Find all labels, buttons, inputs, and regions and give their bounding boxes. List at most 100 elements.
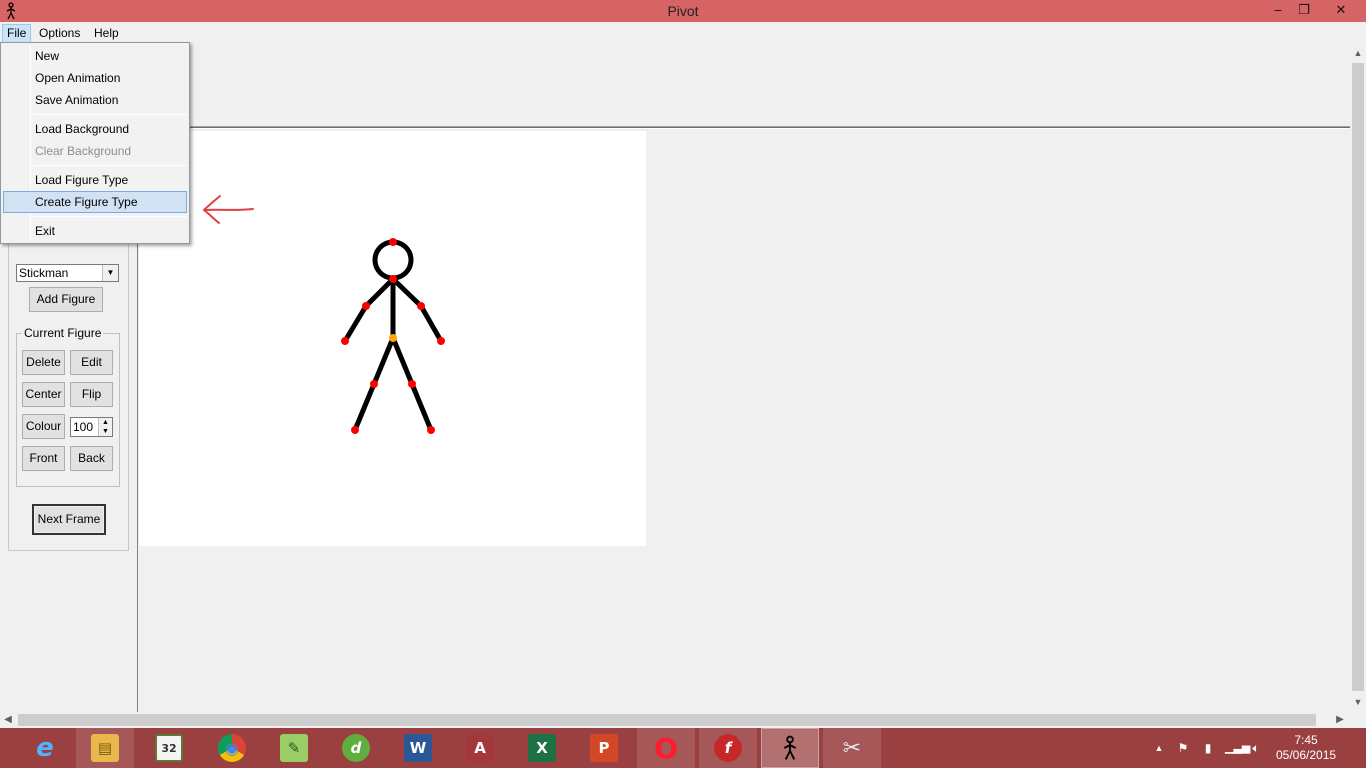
red-arrow-annotation-icon [202,195,254,224]
horizontal-scroll-thumb[interactable] [18,714,1316,726]
root-joint-handle[interactable] [389,334,397,342]
menu-item-load-background[interactable]: Load Background [3,118,187,140]
notepad-icon: ✎ [280,734,308,762]
word-icon: W [404,734,432,762]
chrome-icon: ◉ [218,734,246,762]
menu-file[interactable]: File [2,24,32,43]
toolbar-divider [138,126,1350,129]
chevron-down-icon[interactable]: ▼ [102,265,118,281]
restore-button[interactable]: ❐ [1291,0,1317,22]
system-clock[interactable]: 7:45 05/06/2015 [1276,733,1336,763]
stickman-right-upper-arm [390,276,424,309]
joint-handle[interactable] [362,302,370,310]
stickman-right-shin [409,381,434,433]
joint-handle[interactable] [389,238,397,246]
stickman-left-upper-arm [363,276,396,309]
stickman-head [372,239,414,281]
flash-icon: f [714,734,742,762]
taskbar-file-explorer[interactable]: ▤ [76,728,134,768]
joint-handle[interactable] [427,426,435,434]
close-button[interactable]: ✕ [1328,0,1354,22]
taskbar-snipping-tool[interactable]: ✂ [823,728,881,768]
taskbar-excel[interactable]: X [513,728,571,768]
title-bar: Pivot – ❐ ✕ [0,0,1366,22]
menu-item-exit[interactable]: Exit [3,220,187,242]
internet-explorer-icon: e [36,733,54,763]
access-icon: A [466,734,494,762]
taskbar-word[interactable]: W [389,728,447,768]
taskbar-chrome[interactable]: ◉ [203,728,261,768]
file-menu-dropdown: New Open Animation Save Animation Load B… [0,42,190,244]
menu-item-open-animation[interactable]: Open Animation [3,67,187,89]
powerpoint-icon: P [590,734,618,762]
scroll-left-icon[interactable]: ◀ [0,712,16,728]
taskbar-dreamweaver[interactable]: d [327,728,385,768]
scroll-down-icon[interactable]: ▼ [1350,694,1366,710]
menu-help[interactable]: Help [90,24,123,43]
menu-item-load-figure-type[interactable]: Load Figure Type [3,169,187,191]
current-figure-title: Current Figure [22,326,104,340]
spinner-arrows-icon[interactable]: ▲ ▼ [98,418,112,436]
center-button[interactable]: Center [22,382,65,407]
figure-type-select[interactable]: Stickman ▼ [16,264,119,282]
action-center-flag-icon[interactable]: ⚑ [1176,740,1190,756]
front-button[interactable]: Front [22,446,65,471]
scissors-icon: ✂ [842,735,862,761]
taskbar-calendar-app[interactable]: 32 [140,728,198,768]
scroll-right-icon[interactable]: ▶ [1332,712,1348,728]
battery-icon[interactable]: ▮ [1201,740,1215,756]
colour-button[interactable]: Colour [22,414,65,439]
folder-icon: ▤ [91,734,119,762]
menu-separator [33,165,187,166]
pivot-icon [783,735,797,760]
figure-type-value: Stickman [19,266,69,280]
add-figure-button[interactable]: Add Figure [29,287,103,312]
horizontal-scrollbar[interactable]: ◀ ▶ [0,712,1350,728]
calendar-icon: 32 [155,734,183,762]
joint-handle[interactable] [341,337,349,345]
excel-icon: X [528,734,556,762]
network-signal-icon[interactable]: ▁▃▅ [1225,740,1250,756]
toolbar-area [0,43,1350,125]
clock-date: 05/06/2015 [1276,748,1337,762]
menu-item-new[interactable]: New [3,45,187,67]
flip-button[interactable]: Flip [70,382,113,407]
joint-handle[interactable] [351,426,359,434]
vertical-scroll-thumb[interactable] [1352,63,1364,691]
taskbar-powerpoint[interactable]: P [575,728,633,768]
volume-icon[interactable]: 🔈︎ [1249,740,1263,756]
joint-handle[interactable] [389,275,397,283]
joint-handle[interactable] [408,380,416,388]
scroll-up-icon[interactable]: ▲ [1350,45,1366,61]
show-hidden-icons-icon[interactable]: ▲ [1152,740,1166,756]
clock-time: 7:45 [1294,733,1318,747]
joint-handle[interactable] [370,380,378,388]
taskbar-opera[interactable]: O [637,728,695,768]
taskbar-notepad-plus[interactable]: ✎ [265,728,323,768]
menu-options[interactable]: Options [35,24,84,43]
next-frame-button[interactable]: Next Frame [32,504,106,535]
vertical-scrollbar[interactable]: ▲ ▼ [1350,43,1366,712]
dreamweaver-icon: d [342,734,370,762]
edit-button[interactable]: Edit [70,350,113,375]
taskbar-flash[interactable]: f [699,728,757,768]
size-spinner[interactable]: 100 ▲ ▼ [70,417,113,437]
menu-separator [33,114,187,115]
back-button[interactable]: Back [70,446,113,471]
delete-button[interactable]: Delete [22,350,65,375]
stickman-right-thigh [390,335,415,387]
taskbar-pivot[interactable] [761,728,819,768]
minimize-button[interactable]: – [1265,0,1291,22]
taskbar-internet-explorer[interactable]: e [16,728,74,768]
menu-separator [33,216,187,217]
stickman-right-forearm [418,303,444,344]
opera-icon: O [654,731,678,765]
size-value: 100 [73,420,94,434]
stickman-left-shin [352,381,377,433]
menu-item-save-animation[interactable]: Save Animation [3,89,187,111]
menu-item-create-figure-type[interactable]: Create Figure Type [3,191,187,213]
joint-handle[interactable] [437,337,445,345]
taskbar-access[interactable]: A [451,728,509,768]
menu-item-clear-background: Clear Background [35,144,132,158]
joint-handle[interactable] [417,302,425,310]
